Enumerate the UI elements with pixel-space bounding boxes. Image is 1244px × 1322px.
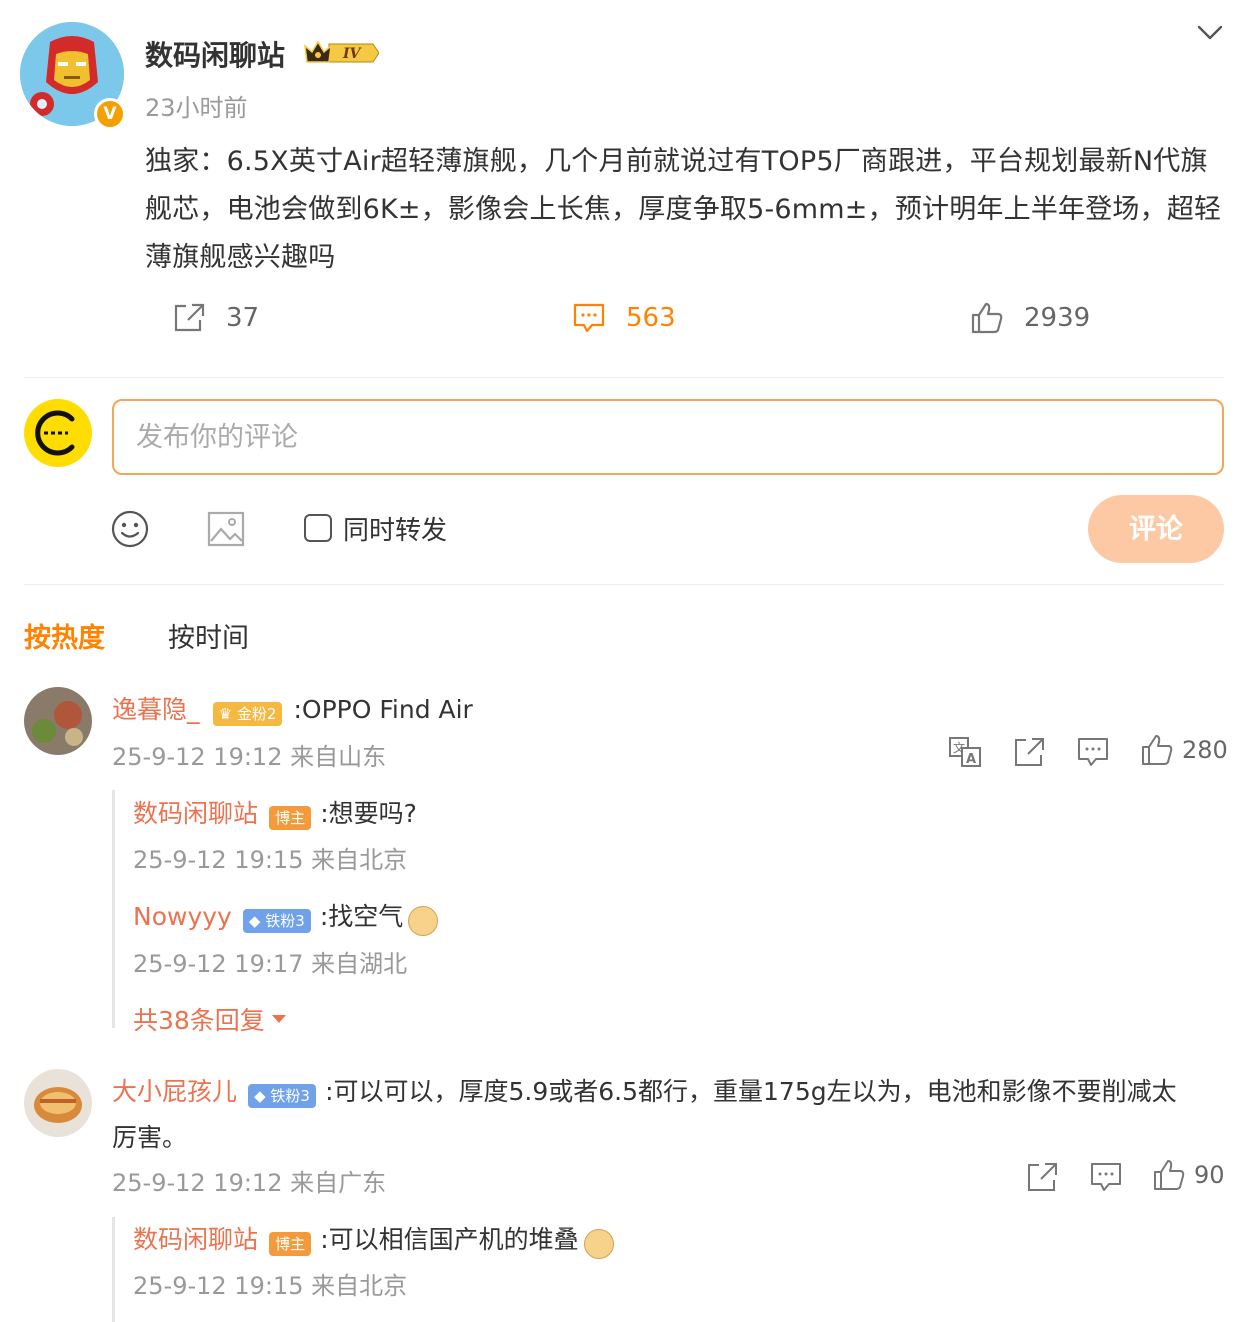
replier-name[interactable]: Nowyyy: [133, 902, 232, 931]
share-icon[interactable]: [1025, 1160, 1059, 1194]
tab-sort-time[interactable]: 按时间: [168, 616, 249, 655]
comment-header: 逸暮隐_ ♛ 金粉2 :OPPO Find Air: [112, 690, 473, 726]
reply-text: :想要吗?: [320, 799, 417, 828]
submit-comment-button[interactable]: 评论: [1088, 495, 1224, 563]
commenter-name[interactable]: 逸暮隐_: [112, 695, 200, 724]
share-icon[interactable]: [1012, 735, 1046, 769]
more-replies-label: 共38条回复: [133, 1006, 265, 1035]
thumbs-up-icon: [971, 302, 1003, 334]
thumbs-up-icon: [1142, 735, 1173, 765]
reply-icon[interactable]: [1089, 1160, 1123, 1194]
reply-header: 数码闲聊站 博主 :想要吗?: [133, 794, 417, 830]
comment-input[interactable]: [112, 399, 1224, 475]
chevron-down-icon[interactable]: [1196, 18, 1224, 46]
tab-sort-hot[interactable]: 按热度: [24, 616, 105, 655]
fan-badge[interactable]: ◆ 铁粉3: [248, 1083, 316, 1108]
fan-badge-label: 金粉2: [236, 704, 277, 723]
commenter-name[interactable]: 大小屁孩儿: [112, 1077, 237, 1106]
replier-name[interactable]: 数码闲聊站: [133, 1225, 258, 1254]
reply-text: :找空气: [319, 902, 404, 931]
comment-text: :可以可以，厚度5.9或者6.5都行，重量175g左以为，电池和影像不要削减太: [325, 1077, 1177, 1106]
fan-badge[interactable]: ◆ 铁粉3: [242, 908, 311, 933]
expand-replies-link[interactable]: 共38条回复: [133, 1001, 287, 1037]
thumbs-up-icon: [1154, 1160, 1185, 1190]
comment-meta: 25-9-12 19:12 来自广东: [112, 1169, 387, 1197]
doge-emoji-icon: [408, 905, 439, 936]
like-count: 2939: [1024, 303, 1091, 333]
image-icon[interactable]: [206, 509, 246, 549]
comment-like-button[interactable]: 280: [1140, 733, 1228, 767]
fan-badge[interactable]: ♛ 金粉2: [212, 701, 283, 726]
comment-header: 大小屁孩儿 ◆ 铁粉3 :可以可以，厚度5.9或者6.5都行，重量175g左以为…: [112, 1072, 1177, 1108]
repost-checkbox[interactable]: [304, 514, 332, 542]
divider: [24, 377, 1224, 378]
comment-meta: 25-9-12 19:12 来自山东: [112, 743, 387, 771]
comment-like-count: 280: [1182, 736, 1228, 764]
commenter-avatar[interactable]: [24, 687, 92, 755]
emoji-icon[interactable]: [110, 509, 150, 549]
fan-badge-label: 铁粉3: [270, 1086, 310, 1105]
reply-meta: 25-9-12 19:15 来自北京: [133, 846, 408, 874]
replier-name[interactable]: 数码闲聊站: [133, 799, 258, 828]
divider: [24, 584, 1224, 585]
comment-icon: [573, 303, 605, 333]
repost-button[interactable]: 37: [172, 298, 259, 338]
comment-like-button[interactable]: 90: [1152, 1158, 1225, 1192]
repost-icon: [174, 303, 205, 332]
comment-like-count: 90: [1194, 1161, 1225, 1189]
caret-down-icon: [271, 1015, 286, 1023]
commenter-avatar[interactable]: [24, 1069, 92, 1137]
crown-level-icon[interactable]: IV: [303, 38, 380, 68]
reply-text: :可以相信国产机的堆叠: [320, 1225, 579, 1254]
author-name[interactable]: 数码闲聊站: [145, 34, 285, 74]
reply-header: 数码闲聊站 博主 :可以相信国产机的堆叠: [133, 1220, 614, 1259]
host-badge: 博主: [269, 805, 312, 830]
reply-meta: 25-9-12 19:15 来自北京: [133, 1272, 408, 1300]
level-text: IV: [342, 46, 363, 62]
current-user-avatar[interactable]: [24, 399, 92, 467]
comment-text-continued: 厉害。: [112, 1123, 188, 1152]
reply-meta: 25-9-12 19:17 来自湖北: [133, 950, 408, 978]
comment-button[interactable]: 563: [572, 298, 676, 338]
host-badge: 博主: [269, 1231, 312, 1256]
reply-thread-line: [112, 790, 115, 1028]
translate-icon[interactable]: 文A: [948, 735, 982, 769]
verified-badge: V: [94, 98, 126, 130]
reply-thread-line: [112, 1217, 115, 1322]
svg-text:A: A: [966, 752, 976, 767]
fan-badge-label: 铁粉3: [265, 911, 305, 930]
like-button[interactable]: 2939: [970, 298, 1090, 338]
comment-count: 563: [626, 303, 676, 333]
repost-checkbox-label[interactable]: 同时转发: [343, 510, 447, 547]
post-content: 独家：6.5X英寸Air超轻薄旗舰，几个月前就说过有TOP5厂商跟进，平台规划最…: [145, 146, 1222, 273]
repost-count: 37: [226, 303, 260, 333]
reply-icon[interactable]: [1076, 735, 1110, 769]
reply-header: Nowyyy ◆ 铁粉3 :找空气: [133, 897, 439, 936]
comment-text: :OPPO Find Air: [293, 695, 473, 724]
glasses-emoji-icon: [583, 1228, 614, 1259]
post-time: 23小时前: [145, 94, 248, 122]
